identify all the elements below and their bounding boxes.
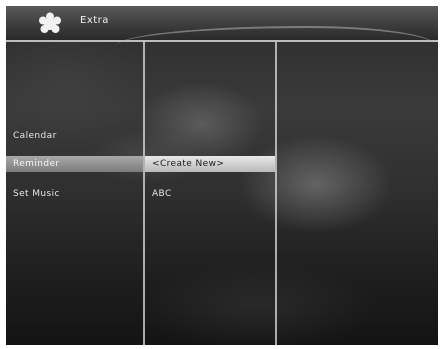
column-divider-2 [275,42,277,345]
menu-item-label: Set Music [13,189,60,199]
menu-item-reminder[interactable]: Reminder [6,156,143,172]
page-title: Extra [80,15,109,26]
menu-item-label: <Create New> [152,159,225,169]
menu-item-label: Calendar [13,131,57,141]
menu-item-label: ABC [152,189,172,199]
photo-frame-screen: Extra Calendar Reminder Set Music <Creat… [6,6,438,345]
menu-item-set-music[interactable]: Set Music [6,186,143,202]
flower-logo-icon [39,12,61,33]
menu-item-label: Reminder [13,159,60,169]
menu-item-calendar[interactable]: Calendar [6,128,143,144]
header-bar: Extra [6,6,438,42]
menu-item-abc[interactable]: ABC [145,186,275,202]
menu-item-create-new[interactable]: <Create New> [145,156,275,172]
